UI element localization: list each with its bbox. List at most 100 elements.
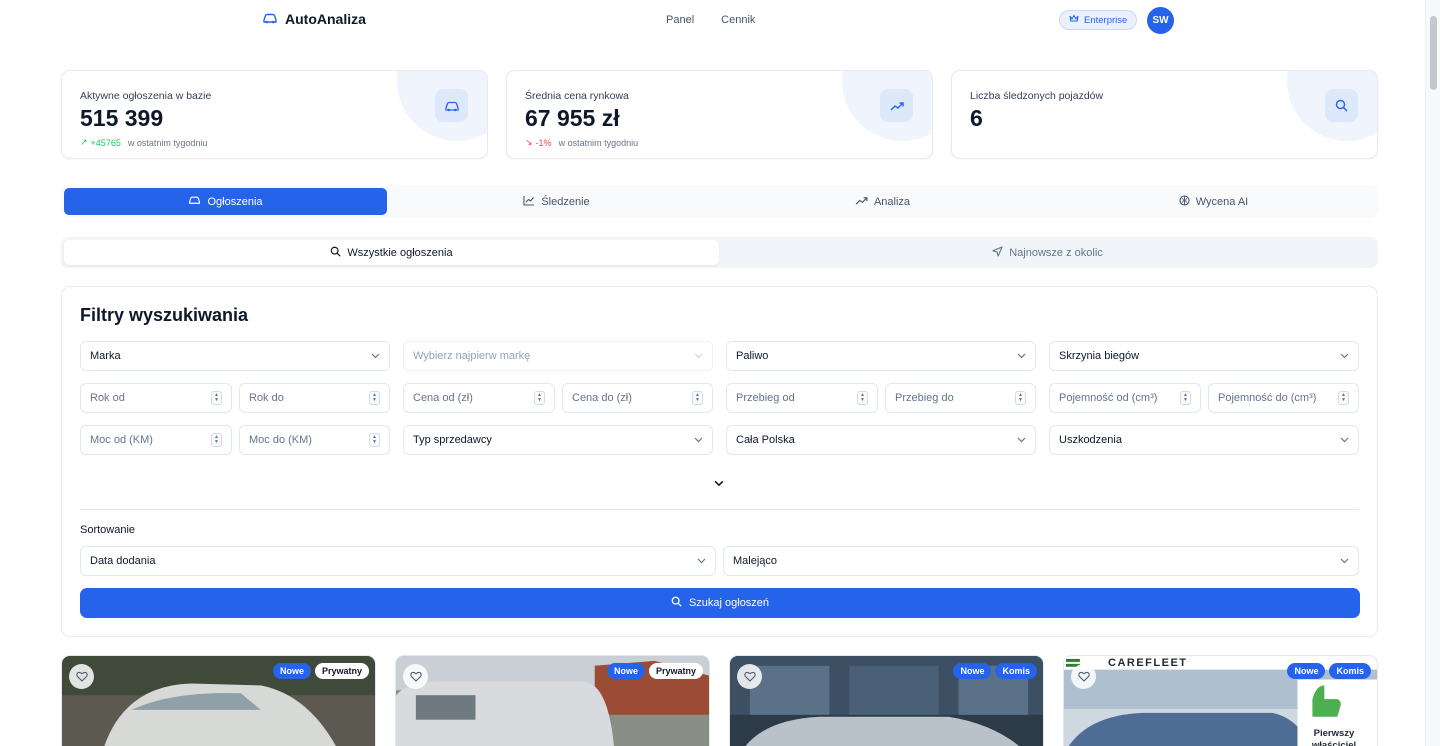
divider [80,509,1359,510]
heart-icon[interactable] [1071,664,1096,689]
badge-seller: Komis [995,663,1037,679]
trending-up-icon [855,196,868,208]
tab-analysis[interactable]: Analiza [721,188,1044,215]
page-scrollbar[interactable] [1425,0,1440,746]
trend-up-icon: ↗ [80,137,88,147]
chevron-down-icon [371,350,380,362]
nav-pricing[interactable]: Cennik [721,14,755,26]
subtab-label: Wszystkie ogłoszenia [347,246,453,259]
brand-name: AutoAnaliza [285,11,366,27]
car-icon [188,195,201,208]
sort-field-select[interactable]: Data dodania [80,546,716,576]
listing-card[interactable]: Nowe Prywatny [61,655,376,746]
listing-badges: Nowe Komis [1287,663,1371,679]
power-from-placeholder: Moc od (KM) [90,434,153,446]
subtab-nearby-newest[interactable]: Najnowsze z okolic [720,240,1375,265]
model-select-placeholder: Wybierz najpierw markę [413,350,531,362]
brand-logo[interactable]: AutoAnaliza [262,11,366,27]
search-listings-button[interactable]: Szukaj ogłoszeń [80,588,1360,618]
stat-card-average-price: Średnia cena rynkowa 67 955 zł ↘ -1% w o… [506,70,933,159]
badge-new: Nowe [953,663,992,679]
chevron-down-icon [694,434,703,446]
stat-card-tracked-vehicles: Liczba śledzonych pojazdów 6 [951,70,1378,159]
scrollbar-thumb[interactable] [1430,16,1437,90]
stepper-icon[interactable]: ▲ ▼ [369,391,380,405]
gearbox-select[interactable]: Skrzynia biegów [1049,341,1359,371]
listing-card[interactable]: CAREFLEET Pierwszy właściciel Nowe Komis [1063,655,1378,746]
badge-new: Nowe [606,663,645,679]
stepper-icon[interactable]: ▲ ▼ [1180,391,1191,405]
power-from-input[interactable]: Moc od (KM) ▲ ▼ [80,425,232,455]
listing-card[interactable]: Nowe Komis [729,655,1044,746]
stepper-icon[interactable]: ▲ ▼ [211,433,222,447]
region-value: Cała Polska [736,434,795,446]
capacity-to-input[interactable]: Pojemność do (cm³) ▲ ▼ [1208,383,1359,413]
avatar[interactable]: SW [1147,7,1174,34]
search-icon [1325,89,1358,122]
tab-ai-valuation[interactable]: Wycena AI [1052,188,1375,215]
tab-tracking[interactable]: Śledzenie [395,188,718,215]
mileage-to-placeholder: Przebieg do [895,392,954,404]
sort-order-select[interactable]: Malejąco [723,546,1359,576]
chevron-down-icon [1017,434,1026,446]
sort-label: Sortowanie [80,524,136,536]
stat-delta-suffix: w ostatnim tygodniu [127,137,208,148]
car-icon [435,89,468,122]
stat-value: 6 [970,105,983,131]
listing-badges: Nowe Prywatny [272,663,369,679]
mileage-to-input[interactable]: Przebieg do ▲ ▼ [885,383,1036,413]
brain-icon [1179,194,1190,209]
listing-badges: Nowe Komis [953,663,1037,679]
listing-badges: Nowe Prywatny [606,663,703,679]
model-select[interactable]: Wybierz najpierw markę [403,341,713,371]
stepper-icon[interactable]: ▲ ▼ [1015,391,1026,405]
price-to-placeholder: Cena do (zł) [572,392,632,404]
fuel-select[interactable]: Paliwo [726,341,1036,371]
stepper-icon[interactable]: ▲ ▼ [211,391,222,405]
tab-listings[interactable]: Ogłoszenia [64,188,387,215]
stepper-icon[interactable]: ▲ ▼ [369,433,380,447]
main-tabs: Ogłoszenia Śledzenie Analiza Wycena AI [61,185,1378,218]
stat-delta: ↘ -1% w ostatnim tygodniu [525,137,638,148]
stepper-icon[interactable]: ▲ ▼ [534,391,545,405]
search-filters-panel: Filtry wyszukiwania Marka Wybierz najpie… [61,286,1378,637]
expand-filters-chevron-icon[interactable] [714,476,724,490]
year-from-input[interactable]: Rok od ▲ ▼ [80,383,232,413]
listing-card[interactable]: Nowe Prywatny [395,655,710,746]
sort-field-value: Data dodania [90,555,156,567]
car-icon [262,12,278,27]
stat-value: 515 399 [80,105,164,131]
capacity-from-input[interactable]: Pojemność od (cm³) ▲ ▼ [1049,383,1201,413]
damage-select[interactable]: Uszkodzenia [1049,425,1359,455]
sort-order-value: Malejąco [733,555,778,567]
stat-delta-value: -1% [535,137,552,148]
stepper-icon[interactable]: ▲ ▼ [692,391,703,405]
badge-seller: Prywatny [314,663,369,679]
plan-badge[interactable]: Enterprise [1059,10,1138,30]
mileage-from-input[interactable]: Przebieg od ▲ ▼ [726,383,878,413]
tab-label: Wycena AI [1195,195,1249,208]
seller-type-select[interactable]: Typ sprzedawcy [403,425,713,455]
gearbox-select-value: Skrzynia biegów [1059,350,1140,362]
crown-icon [1069,14,1079,26]
chevron-down-icon [697,555,706,567]
nav-panel[interactable]: Panel [666,14,694,26]
heart-icon[interactable] [403,664,428,689]
heart-icon[interactable] [737,664,762,689]
year-to-input[interactable]: Rok do ▲ ▼ [239,383,390,413]
stepper-icon[interactable]: ▲ ▼ [857,391,868,405]
price-to-input[interactable]: Cena do (zł) ▲ ▼ [562,383,713,413]
price-from-input[interactable]: Cena od (zł) ▲ ▼ [403,383,555,413]
subtab-all-listings[interactable]: Wszystkie ogłoszenia [64,240,719,265]
brand-select[interactable]: Marka [80,341,390,371]
subtab-label: Najnowsze z okolic [1009,246,1103,259]
region-select[interactable]: Cała Polska [726,425,1036,455]
stepper-icon[interactable]: ▲ ▼ [1338,391,1349,405]
power-to-input[interactable]: Moc do (KM) ▲ ▼ [239,425,390,455]
sub-tabs: Wszystkie ogłoszenia Najnowsze z okolic [61,237,1378,268]
tab-label: Ogłoszenia [207,195,263,208]
first-owner-overlay: Pierwszy właściciel [1311,728,1357,746]
tab-label: Analiza [873,195,911,208]
stat-label: Aktywne ogłoszenia w bazie [80,90,212,102]
heart-icon[interactable] [69,664,94,689]
